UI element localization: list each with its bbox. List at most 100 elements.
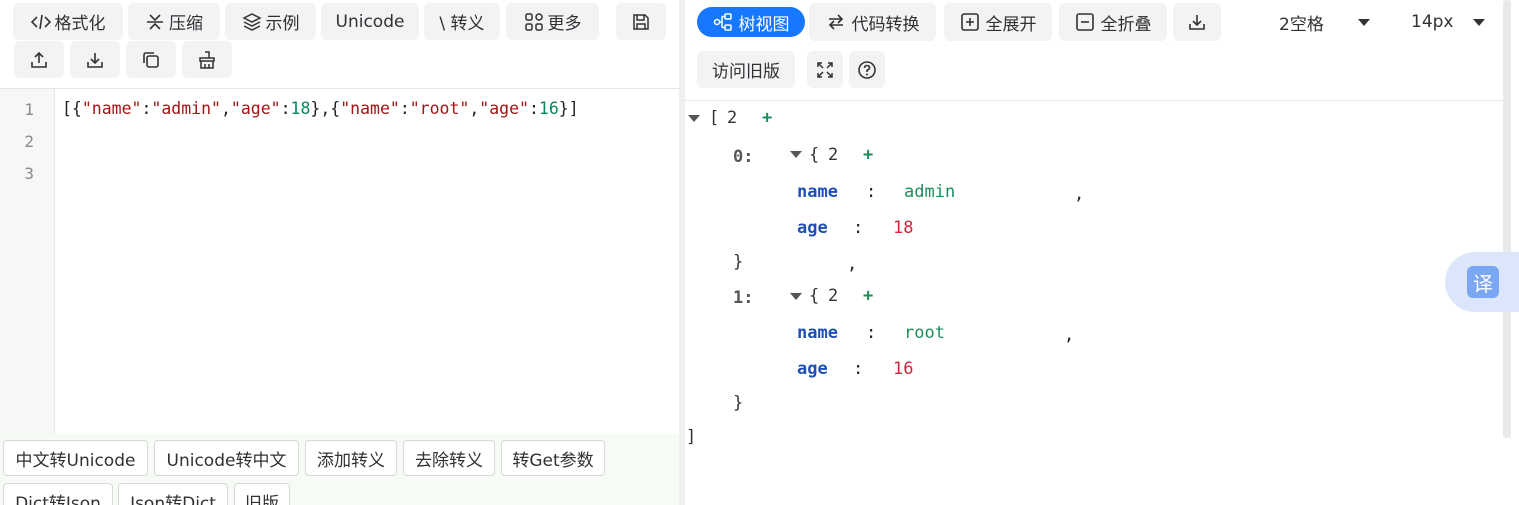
token: : [528, 99, 539, 118]
object-count: 2 [828, 145, 839, 165]
upload-button[interactable] [14, 41, 64, 78]
fullscreen-icon [817, 61, 833, 78]
download-button[interactable] [70, 41, 120, 78]
collapse-all-button[interactable]: 全折叠 [1059, 3, 1167, 41]
line-number: 2 [24, 132, 34, 151]
tree-value-string[interactable]: root [904, 323, 945, 343]
tree-key[interactable]: age [797, 359, 828, 379]
grid-icon [524, 12, 543, 31]
object-close-brace: } [733, 393, 744, 413]
layers-icon [241, 12, 262, 31]
indent-select[interactable]: 2空格 [1265, 3, 1384, 41]
array-close-bracket: ] [686, 427, 697, 447]
object-close-brace: } [733, 252, 744, 272]
caret-down-icon [1358, 18, 1370, 26]
unicode-label: Unicode [335, 11, 405, 32]
translate-widget[interactable]: 译 [1445, 252, 1519, 312]
token: 16 [538, 99, 559, 118]
old-version-button[interactable]: 访问旧版 [697, 51, 795, 88]
caret-down-icon [1473, 18, 1485, 26]
add-node-button[interactable]: + [863, 145, 873, 165]
collapse-all-label: 全折叠 [1100, 14, 1152, 35]
viewer-pane: 树视图 代码转换 全展开 全折叠 2空格 14px 访问旧版 [ 2 + 0: … [685, 0, 1519, 505]
fullscreen-button[interactable] [807, 51, 843, 88]
json-editor[interactable]: 1 2 3 [{"name":"admin","age":18},{"name"… [0, 89, 679, 434]
tree-colon: : [853, 218, 864, 238]
token: [{ [62, 99, 82, 118]
tree-value-string[interactable]: admin [904, 182, 955, 202]
tree-key[interactable]: age [797, 218, 828, 238]
tree-colon: : [866, 323, 877, 343]
dict-to-json-button[interactable]: Dict转Json [3, 483, 113, 505]
upload-icon [31, 51, 47, 68]
save-icon [633, 13, 649, 30]
example-label: 示例 [265, 14, 300, 34]
tree-key[interactable]: name [797, 323, 838, 343]
array-count: 2 [727, 108, 738, 128]
code-icon [30, 14, 51, 29]
copy-button[interactable] [126, 41, 176, 78]
plus-square-icon [960, 13, 979, 31]
object-open-brace: { [809, 286, 820, 306]
unicode-to-cn-button[interactable]: Unicode转中文 [154, 440, 299, 476]
token: 18 [290, 99, 311, 118]
cn-to-unicode-button[interactable]: 中文转Unicode [3, 440, 148, 476]
token: : [399, 99, 410, 118]
compress-button[interactable]: 压缩 [128, 3, 220, 40]
tree-view-label: 树视图 [738, 14, 790, 35]
remove-escape-button[interactable]: 去除转义 [403, 440, 495, 476]
conversion-buttons: 中文转Unicode Unicode转中文 添加转义 去除转义 转Get参数 D… [0, 434, 679, 505]
unicode-button[interactable]: Unicode [321, 3, 419, 40]
translate-icon: 译 [1467, 266, 1499, 298]
format-label: 格式化 [54, 14, 106, 34]
token: "admin" [151, 99, 221, 118]
tree-key[interactable]: name [797, 182, 838, 202]
tree-comma: , [847, 254, 858, 274]
add-escape-button[interactable]: 添加转义 [305, 440, 397, 476]
token: "name" [340, 99, 400, 118]
font-size-select[interactable]: 14px [1397, 3, 1499, 41]
object-open-brace: { [809, 145, 820, 165]
tree-value-number[interactable]: 18 [893, 218, 913, 238]
line-gutter: 1 2 3 [0, 89, 55, 434]
download-result-button[interactable] [1173, 3, 1221, 41]
compress-icon [147, 13, 163, 30]
tree-value-number[interactable]: 16 [893, 359, 913, 379]
collapse-toggle-icon[interactable] [790, 293, 802, 300]
help-button[interactable] [849, 51, 885, 88]
collapse-toggle-icon[interactable] [688, 115, 700, 122]
format-button[interactable]: 格式化 [13, 3, 123, 40]
add-node-button[interactable]: + [762, 108, 772, 128]
json-to-dict-button[interactable]: Json转Dict [118, 483, 228, 505]
code-line-1[interactable]: [{"name":"admin","age":18},{"name":"root… [62, 99, 579, 118]
tree-colon: : [853, 359, 864, 379]
tree-comma: , [1074, 184, 1085, 204]
token: "age" [479, 99, 529, 118]
expand-all-label: 全展开 [985, 14, 1037, 35]
escape-button[interactable]: \ 转义 [424, 3, 500, 40]
to-get-params-button[interactable]: 转Get参数 [501, 440, 605, 476]
expand-all-button[interactable]: 全展开 [944, 3, 1052, 41]
copy-icon [143, 51, 159, 68]
escape-label: \ 转义 [439, 14, 485, 34]
example-button[interactable]: 示例 [225, 3, 316, 40]
token: "age" [230, 99, 281, 118]
save-button[interactable] [616, 3, 666, 40]
legacy-button[interactable]: 旧版 [234, 483, 290, 505]
broom-icon [199, 50, 215, 69]
help-icon [858, 60, 876, 79]
clear-button[interactable] [182, 41, 232, 78]
download-icon [87, 52, 103, 68]
tree-comma: , [1064, 325, 1075, 345]
collapse-toggle-icon[interactable] [790, 151, 802, 158]
more-button[interactable]: 更多 [506, 3, 599, 40]
tree-colon: : [866, 182, 877, 202]
array-open-bracket: [ [709, 108, 720, 128]
token: "name" [81, 99, 142, 118]
code-convert-tab[interactable]: 代码转换 [809, 3, 936, 41]
add-node-button[interactable]: + [863, 286, 873, 306]
more-label: 更多 [547, 14, 582, 34]
scrollbar[interactable] [1503, 0, 1511, 438]
tree-view-tab[interactable]: 树视图 [697, 7, 805, 37]
editor-pane: 格式化 压缩 示例 Unicode \ 转义 更多 1 2 3 [{"name"… [0, 0, 679, 505]
